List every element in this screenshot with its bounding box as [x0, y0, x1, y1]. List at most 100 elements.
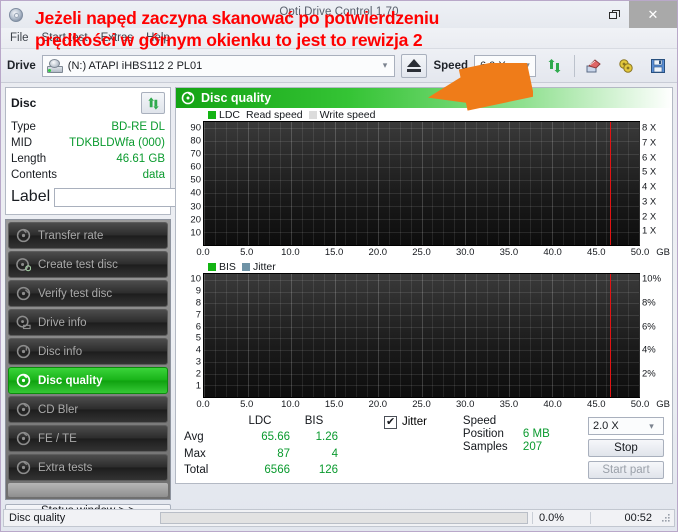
restore-window-button[interactable] — [599, 1, 629, 28]
bookmark-button[interactable] — [613, 54, 639, 78]
y-tick-label: 70 — [190, 148, 201, 160]
sidebar-item-cd-bler[interactable]: CD Bler — [8, 396, 168, 423]
sidebar-item-transfer-rate[interactable]: Transfer rate — [8, 222, 168, 249]
legend-label-jitter: Jitter — [252, 260, 276, 273]
y2-tick-label: 8 X — [642, 122, 657, 134]
y2-tick-label: 8% — [642, 297, 656, 309]
y-tick-label: 2 — [195, 368, 201, 380]
chevron-down-icon: ▾ — [382, 60, 388, 70]
ldc-plot-area[interactable] — [203, 121, 640, 246]
legend-swatch-jitter — [241, 262, 250, 271]
grid-line — [388, 274, 390, 397]
x-tick-label: 0.0 — [196, 399, 210, 410]
speed-stat-value — [523, 415, 571, 427]
menu-item-file[interactable]: File — [10, 32, 29, 44]
sidebar-item-disc-quality[interactable]: Disc quality — [8, 367, 168, 394]
x-tick-label: 45.0 — [587, 247, 606, 258]
ldc-chart-legend: LDC Read speed Write speed — [176, 108, 672, 121]
stats-max-bis: 4 — [331, 447, 338, 460]
disc-value-length: 46.61 GB — [116, 153, 165, 165]
restore-icon — [608, 9, 620, 20]
y2-tick-label: 10% — [642, 273, 662, 285]
y2-tick-label: 5 X — [642, 166, 657, 178]
grid-line — [617, 122, 619, 245]
bis-plot-area[interactable] — [203, 273, 640, 398]
resize-grip-icon[interactable] — [660, 512, 674, 524]
grid-line — [345, 122, 347, 245]
disc-info-box: Disc Type BD-RE DL MID TDKBLDWfa (000) L… — [5, 87, 255, 215]
grid-line — [562, 122, 564, 245]
sidebar-item-drive-info[interactable]: Drive info — [8, 309, 168, 336]
sidebar-item-fe-te[interactable]: FE / TE — [8, 425, 168, 452]
grid-line — [519, 122, 521, 245]
disc-value-contents: data — [142, 169, 165, 181]
grid-line — [204, 122, 205, 245]
grid-line — [497, 274, 499, 397]
y-tick-label: 3 — [195, 356, 201, 368]
grid-line — [301, 122, 303, 245]
grid-line — [508, 274, 510, 397]
sidebar-item-create-test-disc[interactable]: Create test disc — [8, 251, 168, 278]
stats-avg-bis: 1.26 — [315, 431, 338, 444]
x-tick-label: 25.0 — [412, 247, 431, 258]
grid-line — [399, 274, 401, 397]
start-part-button: Start part — [588, 461, 664, 479]
legend-swatch-write-speed — [308, 110, 317, 119]
grid-line — [334, 122, 336, 245]
x-tick-label: 10.0 — [281, 399, 300, 410]
disc-key-contents: Contents — [11, 169, 58, 181]
x-tick-label: 30.0 — [455, 399, 475, 410]
samples-label: Samples — [462, 441, 508, 453]
stats-avg-ldc: 65.66 — [261, 431, 290, 444]
stop-button[interactable]: Stop — [588, 439, 664, 457]
y-tick-label: 4 — [195, 344, 201, 356]
sidebar-item-verify-test-disc[interactable]: Verify test disc — [8, 280, 168, 307]
grid-line — [323, 274, 325, 397]
sidebar-item-extra-tests[interactable]: Extra tests — [8, 454, 168, 481]
jitter-checkbox[interactable] — [384, 415, 397, 429]
grid-line — [258, 274, 260, 397]
stats-total-ldc: 6566 — [264, 463, 290, 476]
sidebar-label-create-test-disc: Create test disc — [38, 258, 118, 271]
stats-corner — [184, 415, 230, 430]
grid-line — [312, 274, 314, 397]
sidebar-item-disc-info[interactable]: Disc info — [8, 338, 168, 365]
grid-line — [432, 274, 434, 397]
x-tick-label: 35.0 — [499, 399, 519, 410]
stats-row-max-label: Max — [184, 447, 206, 460]
menu-item-start-test[interactable]: Start test — [42, 32, 88, 44]
erase-disc-button[interactable] — [581, 54, 607, 78]
y-tick-label: 10 — [190, 227, 201, 239]
speed-select[interactable]: 6.0 X ▾ — [474, 54, 536, 77]
grid-line — [584, 122, 586, 245]
sidebar-label-cd-bler: CD Bler — [38, 403, 79, 416]
x-tick-label: 20.0 — [368, 399, 388, 410]
grid-line — [595, 122, 597, 245]
grid-line — [475, 274, 477, 397]
y-tick-label: 90 — [190, 122, 201, 134]
x-tick-label: 50.0 — [630, 399, 650, 410]
grid-line — [465, 274, 466, 397]
y-tick-label: 1 — [195, 380, 201, 392]
drive-select[interactable]: (N:) ATAPI iHBS112 2 PL01 ▾ — [41, 54, 396, 77]
grid-line — [443, 122, 445, 245]
grid-line — [367, 274, 369, 397]
grid-line — [606, 274, 608, 397]
grid-line — [552, 122, 553, 245]
save-button[interactable] — [645, 54, 671, 78]
test-controls: 2.0 X ▾ Stop Start part — [588, 415, 664, 479]
x-tick-label: 0.0 — [196, 247, 210, 258]
jitter-toggle[interactable]: Jitter — [384, 415, 427, 479]
close-window-button[interactable]: ✕ — [629, 1, 677, 28]
sidebar-label-disc-info: Disc info — [38, 345, 83, 358]
jitter-label: Jitter — [402, 416, 427, 428]
drive-info-icon — [16, 315, 31, 330]
test-speed-select[interactable]: 2.0 X ▾ — [588, 417, 664, 435]
fe-te-icon — [16, 431, 31, 446]
eject-button[interactable] — [401, 53, 428, 78]
legend-swatch-ldc — [208, 110, 216, 119]
refresh-disc-button[interactable] — [542, 54, 568, 78]
menu-item-extras[interactable]: Extras — [101, 32, 134, 44]
disc-refresh-button[interactable] — [141, 92, 165, 114]
menu-item-help[interactable]: Help — [146, 32, 170, 44]
